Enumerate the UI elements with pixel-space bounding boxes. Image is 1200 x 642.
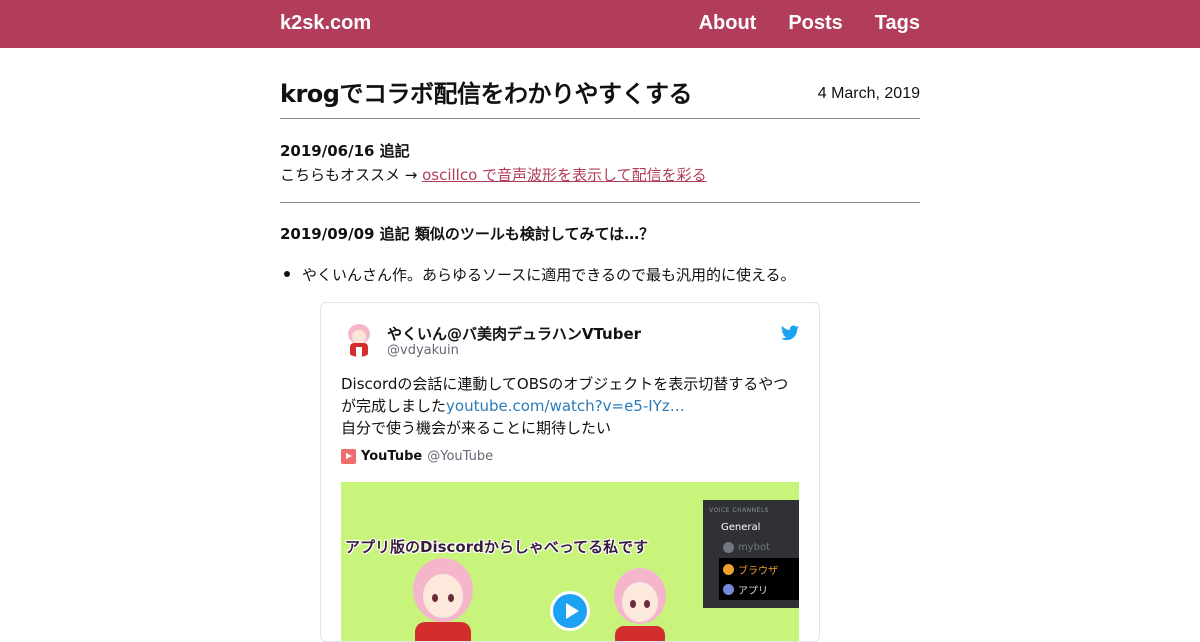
tweet-text-line2: 自分で使う機会が来ることに期待したい bbox=[341, 419, 612, 437]
video-thumbnail[interactable]: アプリ版のDiscordからしゃべってる私です VOICE CHANNELS G… bbox=[341, 482, 799, 641]
voice-channels-header: VOICE CHANNELS bbox=[709, 507, 770, 514]
discord-voice-panel: VOICE CHANNELS General mybot ブラウザ アプリ bbox=[703, 500, 799, 608]
post-content: krogでコラボ配信をわかりやすくする 4 March, 2019 2019/0… bbox=[280, 48, 920, 642]
update-note-text-1: こちらもオススメ → oscillco で音声波形を表示して配信を彩る bbox=[280, 164, 707, 185]
tweet-text: Discordの会話に連動してOBSのオブジェクトを表示切替するやつ が完成しま… bbox=[341, 373, 806, 439]
youtube-link[interactable]: youtube.com/watch?v=e5-IYz… bbox=[446, 397, 685, 415]
site-brand-link[interactable]: k2sk.com bbox=[280, 12, 371, 35]
embedded-tweet[interactable]: やくいん@バ美肉デュラハンVTuber @vdyakuin Discordの会話… bbox=[320, 302, 820, 642]
update-note-heading-2: 2019/09/09 追記 類似のツールも検討してみては…？ bbox=[280, 225, 655, 243]
nav-posts-link[interactable]: Posts bbox=[788, 12, 842, 35]
top-navbar: k2sk.com About Posts Tags bbox=[0, 0, 1200, 48]
play-icon[interactable] bbox=[550, 591, 590, 631]
voice-user: mybot bbox=[723, 542, 770, 553]
vtuber-character-left bbox=[413, 558, 473, 641]
channel-name: General bbox=[721, 522, 761, 533]
twitter-bird-icon[interactable] bbox=[781, 325, 799, 341]
voice-user: アプリ bbox=[723, 582, 768, 597]
quoted-name: YouTube bbox=[361, 449, 423, 464]
post-date: 4 March, 2019 bbox=[817, 85, 920, 102]
note-prefix: こちらもオススメ → bbox=[280, 166, 423, 184]
avatar[interactable] bbox=[341, 321, 377, 357]
tweet-author-handle[interactable]: @vdyakuin bbox=[387, 343, 459, 358]
vtuber-character-right bbox=[614, 568, 666, 641]
quoted-account[interactable]: YouTube @YouTube bbox=[341, 449, 493, 464]
nav-tags-link[interactable]: Tags bbox=[875, 12, 920, 35]
thumbnail-caption: アプリ版のDiscordからしゃべってる私です bbox=[345, 538, 649, 556]
quoted-handle: @YouTube bbox=[427, 449, 494, 464]
list-item: やくいんさん作。あらゆるソースに適用できるので最も汎用的に使える。 bbox=[284, 266, 796, 284]
voice-user: ブラウザ bbox=[723, 562, 778, 577]
nav-about-link[interactable]: About bbox=[699, 12, 757, 35]
post-header: krogでコラボ配信をわかりやすくする 4 March, 2019 bbox=[280, 48, 920, 119]
post-title: krogでコラボ配信をわかりやすくする bbox=[280, 80, 692, 108]
oscillco-article-link[interactable]: oscillco で音声波形を表示して配信を彩る bbox=[422, 166, 707, 184]
youtube-icon bbox=[341, 449, 356, 464]
update-note-heading-1: 2019/06/16 追記 bbox=[280, 142, 410, 160]
section-divider bbox=[280, 202, 920, 203]
main-nav: About Posts Tags bbox=[699, 12, 920, 35]
tweet-author-name[interactable]: やくいん@バ美肉デュラハンVTuber bbox=[387, 323, 641, 344]
